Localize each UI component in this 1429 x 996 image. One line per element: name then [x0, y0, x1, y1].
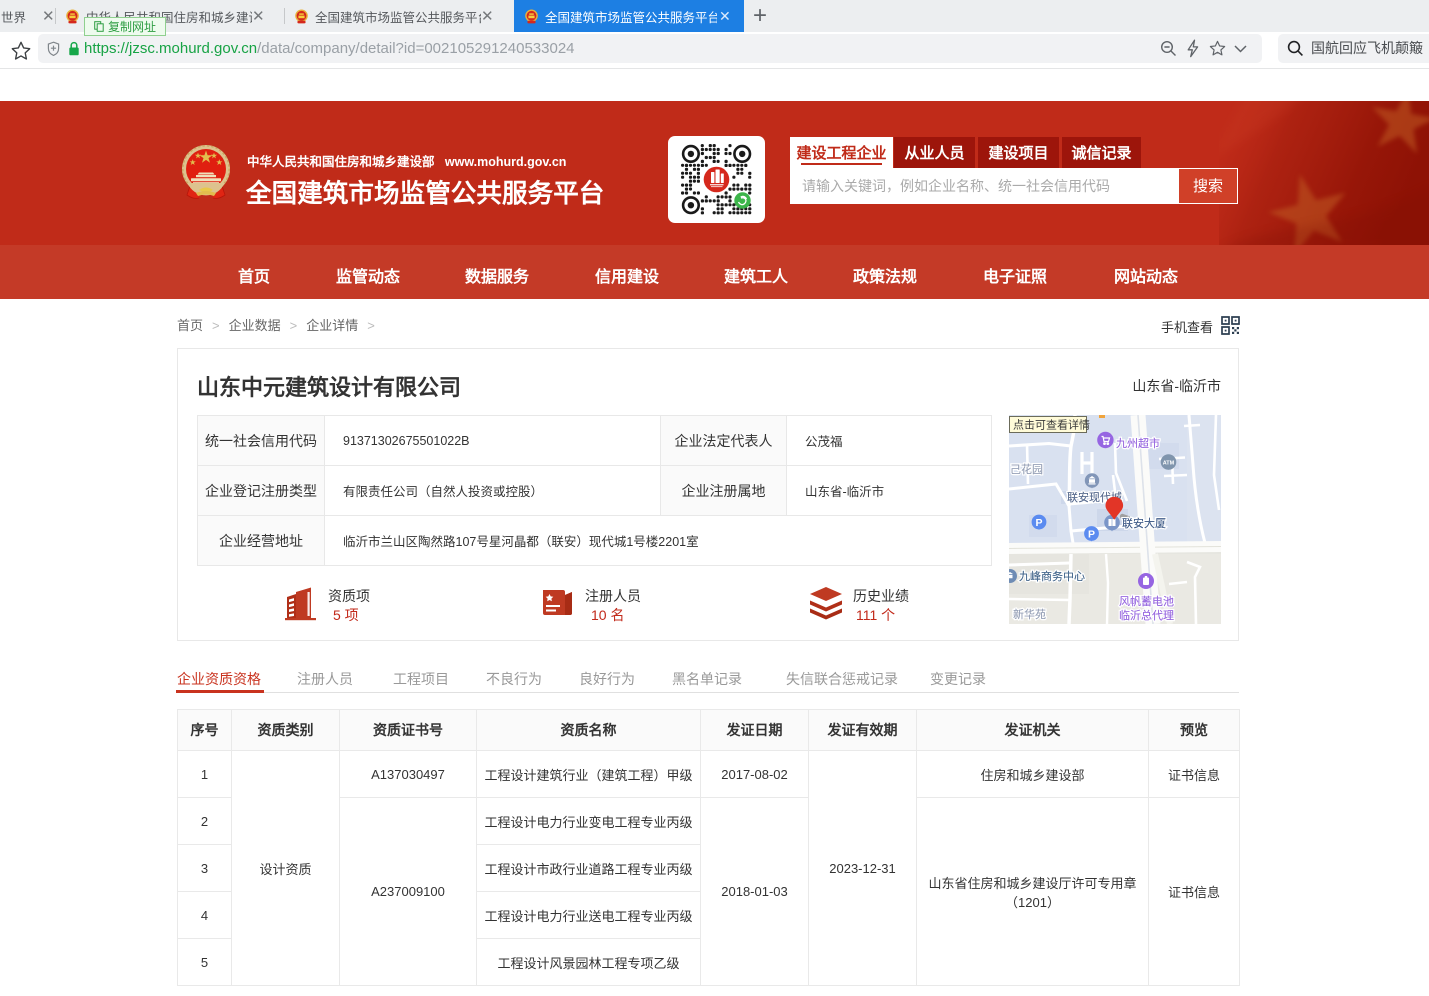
svg-text:P: P: [1035, 517, 1042, 529]
svg-text:P: P: [1088, 529, 1095, 541]
svg-text:点击可查看详情: 点击可查看详情: [1013, 418, 1090, 432]
svg-text:新华苑: 新华苑: [1013, 607, 1046, 621]
svg-text:己花园: 己花园: [1010, 463, 1043, 476]
svg-text:联安大厦: 联安大厦: [1122, 516, 1166, 530]
svg-text:九峰商务中心: 九峰商务中心: [1019, 569, 1085, 583]
svg-text:ATM: ATM: [1163, 461, 1175, 467]
svg-text:临沂总代理: 临沂总代理: [1119, 608, 1174, 622]
svg-text:风帆蓄电池: 风帆蓄电池: [1119, 594, 1174, 608]
svg-text:九州超市: 九州超市: [1116, 436, 1160, 450]
